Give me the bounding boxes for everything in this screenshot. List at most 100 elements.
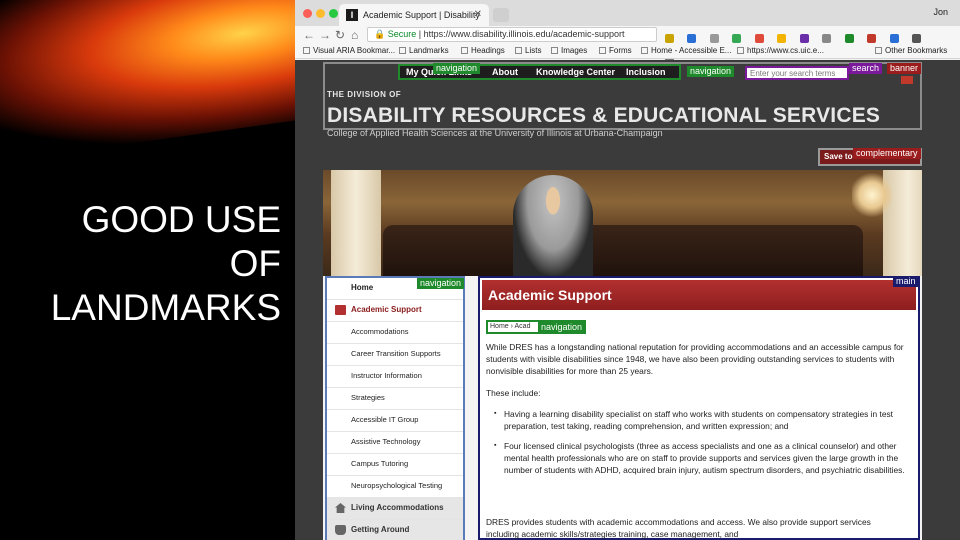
- page-title: Academic Support: [488, 287, 612, 303]
- extension-icon[interactable]: [799, 34, 809, 43]
- sidebar-item-label: Living Accommodations: [351, 503, 444, 512]
- nav-knowledge-center[interactable]: Knowledge Center: [536, 67, 615, 77]
- browser-tab[interactable]: I Academic Support | Disability ✕: [339, 4, 489, 26]
- site-name: DISABILITY RESOURCES & EDUCATIONAL SERVI…: [327, 104, 881, 127]
- home-icon[interactable]: ⌂: [351, 27, 358, 43]
- close-tab-icon[interactable]: ✕: [474, 4, 482, 26]
- nav-inclusion[interactable]: Inclusion: [626, 67, 666, 77]
- sidebar-item-academic-support[interactable]: Academic Support: [327, 300, 463, 322]
- extension-icon[interactable]: [889, 34, 899, 43]
- sidebar-item-getting-around[interactable]: Getting Around: [327, 520, 463, 540]
- sidebar-item-label: Accommodations: [351, 327, 409, 336]
- bookmark-item[interactable]: Visual ARIA Bookmar...: [303, 44, 395, 58]
- intro-paragraph: While DRES has a longstanding national r…: [486, 342, 904, 376]
- hero-lamp: [852, 170, 892, 220]
- bookmark-item[interactable]: Forms: [599, 44, 632, 58]
- search-input[interactable]: Enter your search terms: [745, 66, 849, 80]
- bookmark-icon: [599, 47, 606, 54]
- laptop-icon: [335, 305, 346, 315]
- extension-icon[interactable]: [822, 34, 832, 43]
- bookmark-item[interactable]: Images: [551, 44, 587, 58]
- bookmark-item[interactable]: Lists: [515, 44, 541, 58]
- extension-icon[interactable]: [732, 34, 742, 43]
- reload-icon[interactable]: ↻: [335, 27, 345, 43]
- sidebar-item-strategies[interactable]: Strategies: [327, 388, 463, 410]
- sidebar-item-career-transition[interactable]: Career Transition Supports: [327, 344, 463, 366]
- sidebar-item-accessible-it[interactable]: Accessible IT Group: [327, 410, 463, 432]
- minimize-window-button[interactable]: [316, 9, 325, 18]
- bookmark-item[interactable]: Home - Accessible E...: [641, 44, 731, 58]
- lock-icon: 🔒: [374, 29, 386, 39]
- new-tab-button[interactable]: [493, 8, 509, 22]
- landmark-tag-main: main: [893, 276, 919, 287]
- bookmark-icon: [737, 47, 744, 54]
- sidebar-item-label: Academic Support: [351, 305, 422, 314]
- decorative-glow: [0, 0, 295, 166]
- hero-window: [331, 170, 381, 278]
- extension-icon[interactable]: [687, 34, 697, 43]
- extension-icon[interactable]: [754, 34, 764, 43]
- zoom-window-button[interactable]: [329, 9, 338, 18]
- landmark-tag-navigation: navigation: [538, 322, 586, 333]
- bookmark-icon: [303, 47, 310, 54]
- slide-title: GOOD USE OF LANDMARKS: [11, 198, 281, 330]
- bookmark-label: Landmarks: [409, 46, 449, 55]
- house-icon: [335, 503, 346, 513]
- bookmark-item[interactable]: Other Bookmarks: [875, 44, 947, 58]
- bookmark-icon: [461, 47, 468, 54]
- list-item: Four licensed clinical psychologists (th…: [494, 440, 906, 476]
- landmark-tag-search: search: [849, 63, 883, 74]
- bookmark-item[interactable]: Landmarks: [399, 44, 449, 58]
- landmark-tag-banner: banner: [887, 63, 922, 74]
- bookmark-label: Images: [561, 46, 588, 55]
- bookmark-label: Forms: [609, 46, 632, 55]
- sidebar-item-accommodations[interactable]: Accommodations: [327, 322, 463, 344]
- sidebar-item-living-accommodations[interactable]: Living Accommodations: [327, 498, 463, 520]
- breadcrumb-text: Home › Acad: [490, 323, 531, 330]
- slide-title-line-1: GOOD USE: [81, 199, 281, 240]
- back-icon[interactable]: ←: [303, 27, 315, 43]
- sidebar-item-instructor-info[interactable]: Instructor Information: [327, 366, 463, 388]
- bus-icon: [335, 525, 346, 535]
- sidebar-item-campus-tutoring[interactable]: Campus Tutoring: [327, 454, 463, 476]
- bookmark-item[interactable]: Headings: [461, 44, 505, 58]
- bookmark-item[interactable]: https://www.cs.uic.e...: [737, 44, 824, 58]
- slide-title-line-3: LANDMARKS: [50, 287, 281, 328]
- close-window-button[interactable]: [303, 9, 312, 18]
- extension-icon[interactable]: [709, 34, 719, 43]
- bookmark-icon: [641, 47, 648, 54]
- tab-strip: I Academic Support | Disability ✕ Jon: [295, 0, 960, 26]
- bookmarks-bar: Visual ARIA Bookmar... Landmarks Heading…: [295, 44, 960, 59]
- extension-icon[interactable]: [777, 34, 787, 43]
- tab-title: Academic Support | Disability: [363, 10, 480, 20]
- nav-about[interactable]: About: [492, 67, 518, 77]
- division-label: THE DIVISION OF: [327, 90, 402, 99]
- landmark-tag-navigation: navigation: [433, 63, 481, 74]
- sidebar-item-neuropsych-testing[interactable]: Neuropsychological Testing: [327, 476, 463, 498]
- forward-icon[interactable]: →: [319, 27, 331, 43]
- search-submit-icon[interactable]: [901, 76, 913, 84]
- extension-icon[interactable]: [911, 34, 921, 43]
- landmark-tag-navigation: navigation: [687, 66, 735, 77]
- sidebar-item-label: Assistive Technology: [351, 437, 421, 446]
- sidebar-item-label: Instructor Information: [351, 371, 422, 380]
- extension-icon[interactable]: [844, 34, 854, 43]
- page-viewport: My Quick Links About Knowledge Center In…: [295, 60, 960, 540]
- sidebar-item-assistive-tech[interactable]: Assistive Technology: [327, 432, 463, 454]
- bookmark-label: Visual ARIA Bookmar...: [313, 46, 396, 55]
- profile-name[interactable]: Jon: [933, 7, 948, 17]
- sidebar-navigation: Home Academic Support Accommodations Car…: [325, 276, 465, 540]
- bookmark-label: https://www.cs.uic.e...: [747, 46, 824, 55]
- services-list: Having a learning disability specialist …: [486, 408, 906, 476]
- sidebar-item-label: Getting Around: [351, 525, 410, 534]
- slide-title-line-2: OF: [229, 243, 281, 284]
- address-bar[interactable]: 🔒 Secure | https://www.disability.illino…: [367, 27, 657, 42]
- bookmark-icon: [399, 47, 406, 54]
- url-text: https://www.disability.illinois.edu/acad…: [423, 29, 625, 39]
- extension-icon[interactable]: [665, 34, 674, 43]
- sidebar-item-label: Campus Tutoring: [351, 459, 409, 468]
- browser-window: I Academic Support | Disability ✕ Jon ← …: [295, 0, 960, 540]
- sidebar-item-label: Career Transition Supports: [351, 349, 441, 358]
- hero-student: [513, 175, 593, 278]
- extension-icon[interactable]: [867, 34, 877, 43]
